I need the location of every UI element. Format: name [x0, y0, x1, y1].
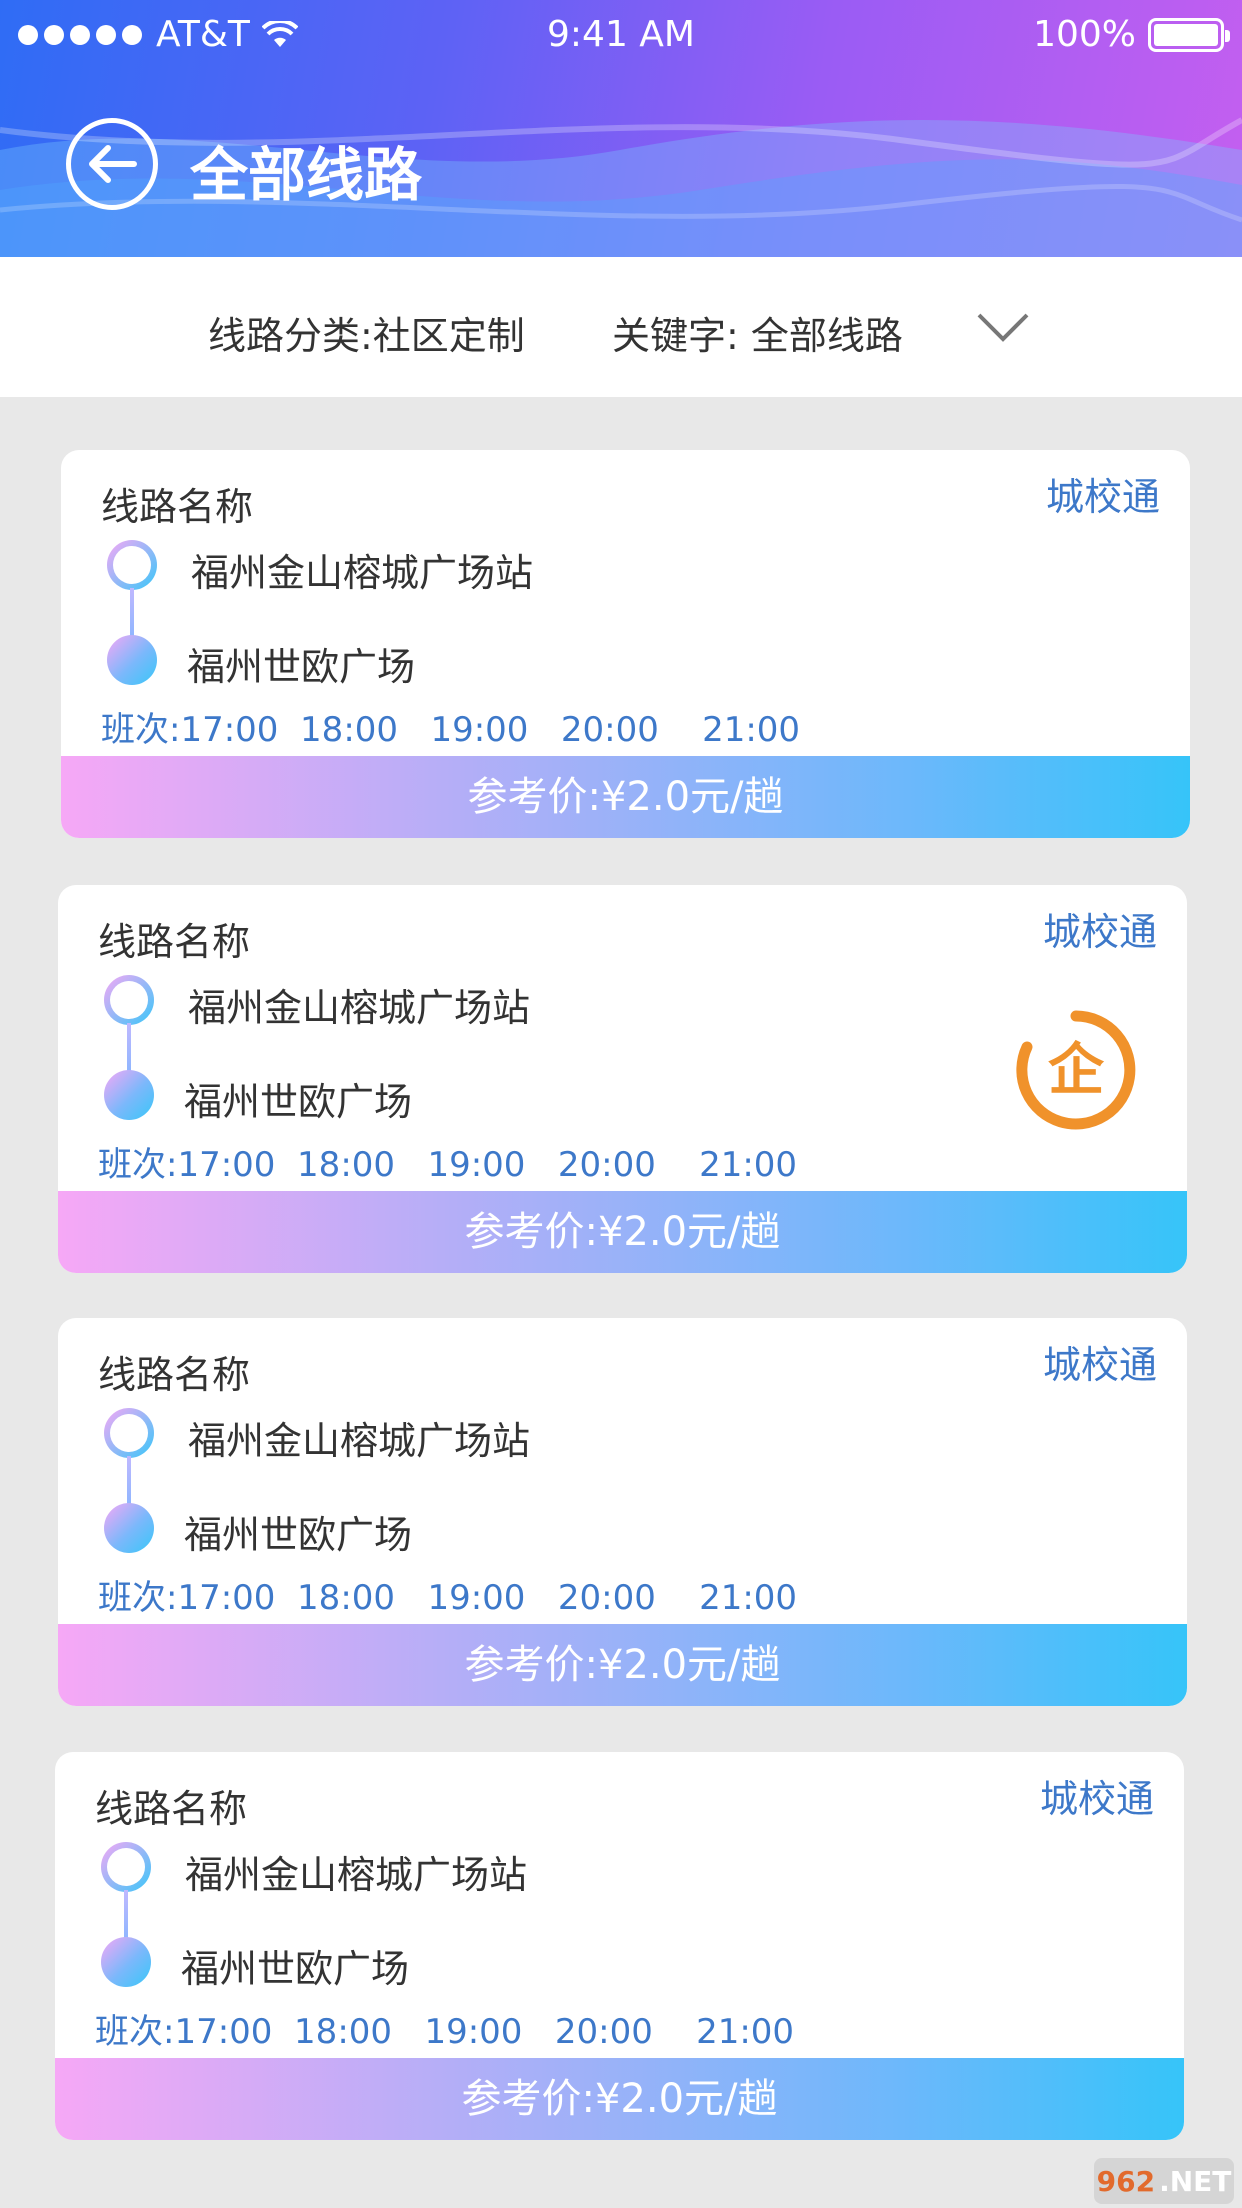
route-name: 线路名称	[101, 485, 254, 529]
route-name: 线路名称	[95, 1787, 248, 1831]
watermark-suffix: .NET	[1159, 2164, 1232, 2198]
filter-category[interactable]: 线路分类:社区定制	[208, 305, 525, 360]
start-stop-icon	[107, 540, 157, 590]
route-tag: 城校通	[1045, 475, 1160, 519]
end-stop: 福州世欧广场	[184, 1513, 413, 1557]
route-line	[127, 1023, 131, 1073]
back-button[interactable]	[66, 118, 158, 210]
end-stop-icon	[107, 635, 157, 685]
route-line	[124, 1890, 128, 1940]
filter-bar: 线路分类:社区定制 关键字: 全部线路	[0, 257, 1242, 397]
route-card[interactable]: 线路名称 城校通 福州金山榕城广场站 福州世欧广场 班次:17:00 18:00…	[58, 885, 1187, 1273]
route-name: 线路名称	[98, 920, 251, 964]
watermark-number: 962	[1096, 2164, 1156, 2198]
start-stop-icon	[101, 1842, 151, 1892]
page-title: 全部线路	[190, 141, 423, 209]
price-bar: 参考价:¥2.0元/趟	[58, 1191, 1187, 1273]
route-card[interactable]: 线路名称 城校通 福州金山榕城广场站 福州世欧广场 班次:17:00 18:00…	[58, 1318, 1187, 1706]
route-tag: 城校通	[1042, 1343, 1157, 1387]
app-header: AT&T 9:41 AM 100% 全部线路	[0, 0, 1242, 257]
enterprise-badge-icon: 企	[1016, 1010, 1136, 1130]
back-arrow-icon	[89, 145, 137, 183]
enterprise-badge-label: 企	[1048, 1038, 1105, 1103]
end-stop-icon	[101, 1937, 151, 1987]
start-stop: 福州金山榕城广场站	[185, 1853, 528, 1897]
end-stop-icon	[104, 1070, 154, 1120]
start-stop-icon	[104, 975, 154, 1025]
start-stop: 福州金山榕城广场站	[191, 551, 534, 595]
route-name: 线路名称	[98, 1353, 251, 1397]
chevron-down-icon[interactable]	[975, 309, 1031, 345]
route-tag: 城校通	[1042, 910, 1157, 954]
route-tag: 城校通	[1039, 1777, 1154, 1821]
battery-percent: 100%	[1033, 14, 1136, 55]
status-right: 100%	[1033, 14, 1230, 55]
end-stop: 福州世欧广场	[184, 1080, 413, 1124]
route-line	[130, 588, 134, 638]
end-stop-icon	[104, 1503, 154, 1553]
schedule: 班次:17:00 18:00 19:00 20:00 21:00	[101, 710, 801, 750]
route-line	[127, 1456, 131, 1506]
start-stop: 福州金山榕城广场站	[188, 986, 531, 1030]
battery-icon	[1148, 17, 1230, 52]
price-bar: 参考价:¥2.0元/趟	[58, 1624, 1187, 1706]
route-card[interactable]: 线路名称 城校通 福州金山榕城广场站 福州世欧广场 班次:17:00 18:00…	[55, 1752, 1184, 2140]
price-bar: 参考价:¥2.0元/趟	[55, 2058, 1184, 2140]
watermark-logo: 962 .NET	[1094, 2158, 1234, 2204]
schedule: 班次:17:00 18:00 19:00 20:00 21:00	[95, 2012, 795, 2052]
filter-keyword[interactable]: 关键字: 全部线路	[612, 305, 903, 360]
start-stop-icon	[104, 1408, 154, 1458]
schedule: 班次:17:00 18:00 19:00 20:00 21:00	[98, 1578, 798, 1618]
status-bar: AT&T 9:41 AM 100%	[0, 0, 1242, 70]
route-card[interactable]: 线路名称 城校通 福州金山榕城广场站 福州世欧广场 班次:17:00 18:00…	[61, 450, 1190, 838]
price-bar: 参考价:¥2.0元/趟	[61, 756, 1190, 838]
end-stop: 福州世欧广场	[187, 645, 416, 689]
schedule: 班次:17:00 18:00 19:00 20:00 21:00	[98, 1145, 798, 1185]
end-stop: 福州世欧广场	[181, 1947, 410, 1991]
start-stop: 福州金山榕城广场站	[188, 1419, 531, 1463]
